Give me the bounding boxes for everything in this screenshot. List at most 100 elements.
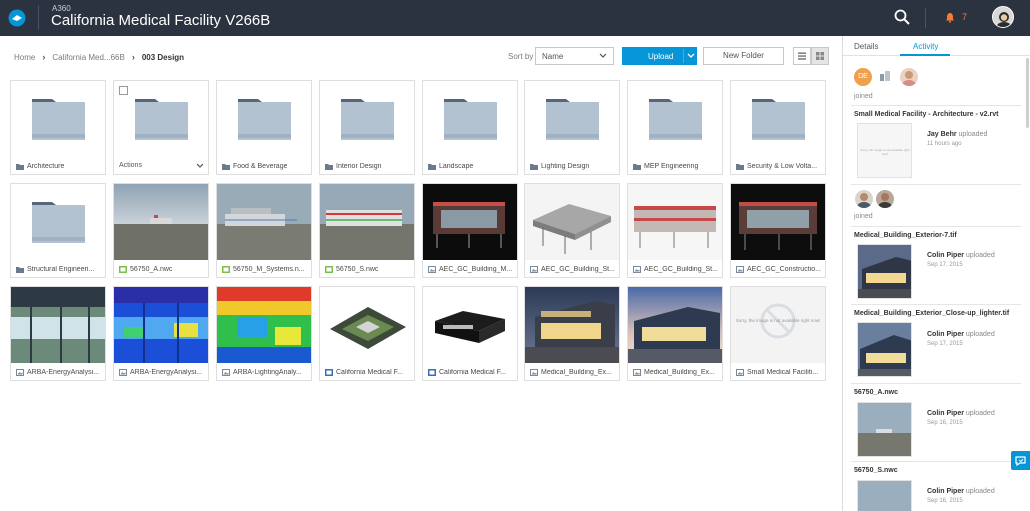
image-file-icon: [530, 369, 538, 376]
feed-divider: [851, 184, 1021, 185]
file-tile[interactable]: 56750_S.nwc: [319, 183, 415, 278]
folder-tile[interactable]: Interior Design: [319, 80, 415, 175]
help-button[interactable]: [1011, 451, 1030, 470]
user-avatar[interactable]: [992, 6, 1014, 28]
feed-user-name[interactable]: Colin Piper: [927, 252, 964, 259]
lighting-analysis-image: [217, 287, 311, 363]
folder-icon: [32, 202, 85, 243]
breadcrumb-project[interactable]: California Med...66B: [52, 53, 124, 62]
folder-tile[interactable]: Architecture: [10, 80, 106, 175]
file-tile[interactable]: California Medical F...: [319, 286, 415, 381]
folder-tile[interactable]: MEP Engineering: [627, 80, 723, 175]
feed-user-name[interactable]: Colin Piper: [927, 410, 964, 417]
model-preview-image: [423, 184, 517, 260]
feed-item-title[interactable]: 56750_A.nwc: [854, 389, 898, 396]
list-view-button[interactable]: [793, 47, 811, 65]
image-file-icon: [736, 266, 744, 273]
folder-thumbnail: [423, 81, 517, 157]
feed-item-thumbnail[interactable]: [857, 322, 912, 377]
file-tile[interactable]: AEC_GC_Constructio...: [730, 183, 826, 278]
folder-tile-actions[interactable]: Actions: [113, 80, 209, 175]
folder-tile[interactable]: Security & Low Volta...: [730, 80, 826, 175]
file-tile[interactable]: 56750_A.nwc: [113, 183, 209, 278]
image-file-icon: [633, 369, 641, 376]
file-tile[interactable]: Medical_Building_Ex...: [524, 286, 620, 381]
avatar: [855, 190, 873, 208]
feed-item-thumbnail[interactable]: [857, 402, 912, 457]
image-file-icon: [222, 369, 230, 376]
folder-tile[interactable]: Structural Engineeri...: [10, 183, 106, 278]
feed-item-title[interactable]: Medical_Building_Exterior_Close-up_light…: [854, 310, 1009, 317]
feed-divider: [851, 226, 1021, 227]
file-tile[interactable]: AEC_GC_Building_M...: [422, 183, 518, 278]
folder-tile[interactable]: Lighting Design: [524, 80, 620, 175]
folder-icon: [341, 99, 394, 140]
folder-thumbnail: [731, 81, 825, 157]
file-tile[interactable]: ARBA-EnergyAnalysi...: [10, 286, 106, 381]
tile-caption: Security & Low Volta...: [736, 161, 822, 172]
file-thumbnail: [525, 287, 619, 363]
tab-details[interactable]: Details: [854, 42, 878, 51]
feed-item-user: Colin Piper uploaded: [927, 252, 995, 259]
folder-tile[interactable]: Food & Beverage: [216, 80, 312, 175]
avatar: [900, 68, 918, 86]
tile-name: Food & Beverage: [233, 163, 288, 170]
file-tile[interactable]: Sorry, the image is not available right …: [730, 286, 826, 381]
feed-user-name[interactable]: Colin Piper: [927, 331, 964, 338]
feed-item-thumbnail[interactable]: Sorry, the image is not available right …: [857, 123, 912, 178]
file-tile[interactable]: ARBA-EnergyAnalysi...: [113, 286, 209, 381]
feed-action: uploaded: [958, 131, 988, 138]
new-folder-button[interactable]: New Folder: [703, 47, 784, 65]
feed-item-thumbnail[interactable]: [857, 244, 912, 299]
panel-scrollbar[interactable]: [1026, 58, 1029, 128]
header-divider: [38, 6, 39, 30]
file-tile[interactable]: ARBA-LightingAnaly...: [216, 286, 312, 381]
feed-item-thumbnail[interactable]: [857, 480, 912, 511]
upload-dropdown-chevron-icon[interactable]: [687, 50, 695, 62]
folder-thumbnail: [320, 81, 414, 157]
model-preview-image: [731, 184, 825, 260]
image-file-icon: [16, 369, 24, 376]
file-tile[interactable]: Medical_Building_Ex...: [627, 286, 723, 381]
tile-caption: ARBA-EnergyAnalysi...: [119, 367, 205, 378]
help-icon: [1015, 456, 1026, 467]
file-tile[interactable]: 56750_M_Systems.n...: [216, 183, 312, 278]
file-tile[interactable]: California Medical F...: [422, 286, 518, 381]
feed-item-title[interactable]: 56750_S.nwc: [854, 467, 898, 474]
tab-activity[interactable]: Activity: [913, 42, 938, 51]
sort-select[interactable]: Name: [535, 47, 614, 65]
folder-small-icon: [633, 164, 641, 170]
feed-divider: [851, 461, 1021, 462]
breadcrumb-home[interactable]: Home: [14, 53, 35, 62]
grid-view-button[interactable]: [811, 47, 829, 65]
file-tile[interactable]: AEC_GC_Building_St...: [524, 183, 620, 278]
a360-logo-icon[interactable]: [8, 9, 26, 27]
model-preview-image: [628, 184, 722, 260]
chevron-down-icon[interactable]: [196, 161, 204, 171]
model-preview-image: [525, 184, 619, 260]
select-checkbox[interactable]: [119, 86, 128, 95]
feed-divider: [851, 105, 1021, 106]
file-thumbnail: [320, 184, 414, 260]
feed-item-title[interactable]: Small Medical Facility - Architecture - …: [854, 111, 998, 118]
image-file-icon: [428, 266, 436, 273]
tile-caption: 56750_A.nwc: [119, 264, 205, 275]
feed-user-name[interactable]: Jay Behr: [927, 131, 957, 138]
tile-caption: Interior Design: [325, 161, 411, 172]
active-tab-indicator: [900, 54, 950, 56]
feed-user-name[interactable]: Colin Piper: [927, 488, 964, 495]
notification-bell-icon[interactable]: [945, 12, 955, 23]
image-unavailable-text: Sorry, the image is not available right …: [735, 318, 821, 323]
tile-name: 56750_S.nwc: [336, 266, 379, 273]
search-icon[interactable]: [893, 8, 911, 26]
tile-caption: Architecture: [16, 161, 102, 172]
actions-menu-label[interactable]: Actions: [119, 162, 142, 169]
notification-count[interactable]: 7: [962, 12, 967, 22]
upload-button[interactable]: Upload: [622, 47, 697, 65]
folder-tile[interactable]: Landscape: [422, 80, 518, 175]
feed-item-title[interactable]: Medical_Building_Exterior-7.tif: [854, 232, 957, 239]
tile-caption: 56750_S.nwc: [325, 264, 411, 275]
file-tile[interactable]: AEC_GC_Building_St...: [627, 183, 723, 278]
tile-caption: California Medical F...: [325, 367, 411, 378]
project-title[interactable]: California Medical Facility V266B: [51, 12, 270, 29]
